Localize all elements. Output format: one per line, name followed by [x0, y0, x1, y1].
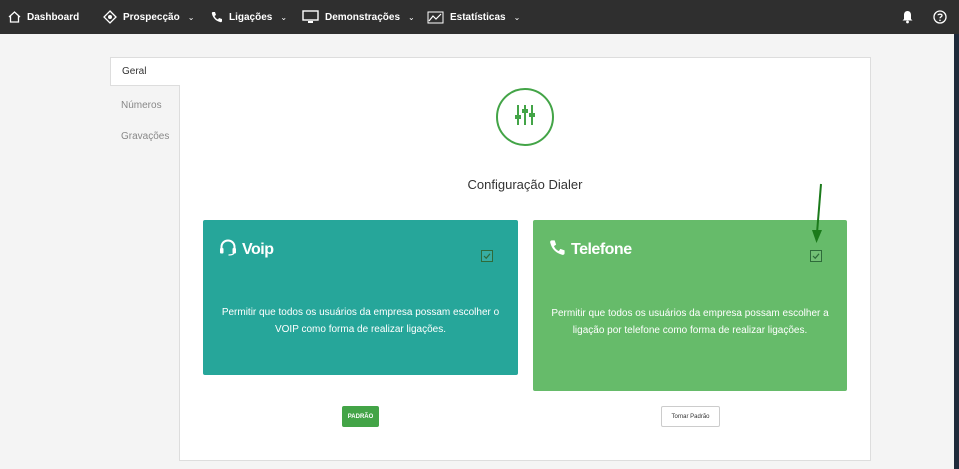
- tab-geral[interactable]: Geral: [110, 57, 180, 86]
- chevron-down-icon: ⌄: [513, 12, 521, 22]
- settings-emblem: [496, 88, 554, 146]
- monitor-icon: [302, 10, 319, 24]
- nav-dashboard[interactable]: Dashboard: [8, 0, 79, 34]
- sliders-icon: [513, 103, 537, 132]
- tab-gravacoes-label: Gravações: [121, 130, 170, 142]
- home-icon: [8, 11, 21, 23]
- chevron-down-icon: ⌄: [408, 12, 415, 22]
- voip-card: Voip Permitir que todos os usuários da e…: [203, 220, 518, 375]
- tab-gravacoes[interactable]: Gravações: [110, 128, 180, 144]
- target-icon: [103, 10, 117, 24]
- chevron-down-icon: ⌄: [187, 12, 195, 22]
- tab-geral-label: Geral: [122, 66, 147, 77]
- tab-numeros[interactable]: Números: [110, 97, 180, 113]
- notifications-button[interactable]: [901, 0, 914, 34]
- voip-card-description: Permitir que todos os usuários da empres…: [221, 307, 500, 335]
- nav-prospeccao-label: Prospecção: [123, 11, 180, 23]
- nav-estatisticas-label: Estatísticas: [450, 11, 506, 23]
- phone-icon: [211, 11, 223, 23]
- help-icon: [933, 10, 947, 24]
- default-button[interactable]: PADRÃO: [342, 406, 379, 427]
- telefone-card-header: Telefone: [549, 239, 632, 261]
- chart-icon: [427, 11, 444, 24]
- nav-estatisticas[interactable]: Estatísticas ⌄: [427, 0, 520, 34]
- checkmark-icon: [483, 253, 491, 260]
- phone-icon: [549, 239, 566, 261]
- annotation-arrow-icon: [812, 183, 822, 243]
- nav-demonstracoes[interactable]: Demonstrações ⌄: [302, 0, 415, 34]
- telefone-card: Telefone Permitir que todos os usuários …: [533, 220, 847, 391]
- telefone-card-description: Permitir que todos os usuários da empres…: [551, 308, 829, 336]
- telefone-card-title: Telefone: [571, 241, 632, 258]
- bell-icon: [901, 10, 914, 24]
- top-navigation-bar: Dashboard Prospecção ⌄ Ligações ⌄ Demons…: [0, 0, 959, 34]
- nav-dashboard-label: Dashboard: [27, 11, 80, 23]
- make-default-button[interactable]: Tornar Padrão: [661, 406, 720, 427]
- help-button[interactable]: [933, 0, 947, 34]
- nav-demonstracoes-label: Demonstrações: [325, 11, 401, 23]
- voip-card-title: Voip: [242, 241, 274, 258]
- page-title: Configuração Dialer: [467, 177, 583, 192]
- nav-ligacoes-label: Ligações: [229, 11, 273, 23]
- chevron-down-icon: ⌄: [280, 12, 288, 22]
- telefone-checkbox[interactable]: [810, 250, 822, 262]
- tab-numeros-label: Números: [121, 99, 162, 111]
- voip-checkbox[interactable]: [481, 250, 493, 262]
- scrollbar-edge: [954, 34, 959, 469]
- nav-prospeccao[interactable]: Prospecção ⌄: [103, 0, 194, 34]
- voip-card-header: Voip: [219, 239, 274, 261]
- nav-ligacoes[interactable]: Ligações ⌄: [211, 0, 287, 34]
- checkmark-icon: [812, 253, 820, 260]
- headset-icon: [219, 239, 237, 261]
